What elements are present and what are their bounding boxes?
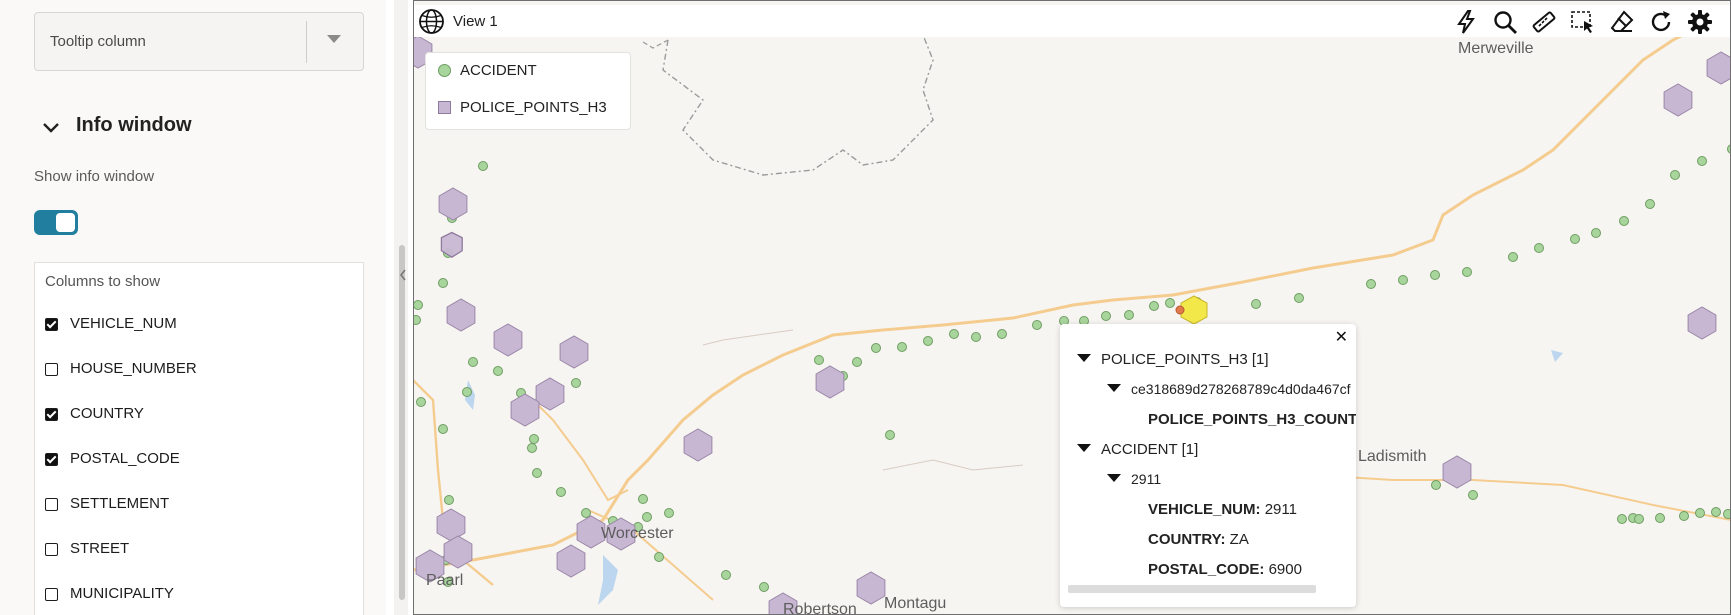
column-option-label: STREET xyxy=(70,540,130,557)
column-option-label: COUNTRY xyxy=(70,405,144,422)
close-icon[interactable]: ✕ xyxy=(1335,327,1348,347)
police-hexagon[interactable] xyxy=(438,187,468,221)
police-hexagon[interactable] xyxy=(1706,51,1731,85)
map-view[interactable]: Merweville Ladismith Worcester Robertson… xyxy=(413,0,1731,615)
gear-icon[interactable] xyxy=(1687,9,1713,35)
field-key: POSTAL_CODE: xyxy=(1148,561,1265,578)
feature-id-text: ce318689d278268789c4d0da467cf xyxy=(1131,381,1351,397)
info-group-police-points[interactable]: POLICE_POINTS_H3 [1] xyxy=(1077,351,1269,368)
column-option-municipality[interactable]: MUNICIPALITY xyxy=(45,583,345,607)
police-hexagon[interactable] xyxy=(856,571,886,605)
field-key: COUNTRY: xyxy=(1148,531,1226,548)
column-option-street[interactable]: STREET xyxy=(45,538,345,562)
field-value: 2911 xyxy=(1264,501,1297,518)
place-label: Montagu xyxy=(884,595,947,612)
info-window-section-title: Info window xyxy=(76,114,192,136)
column-option-country[interactable]: COUNTRY xyxy=(45,403,345,427)
ruler-icon[interactable] xyxy=(1531,9,1557,35)
layer-settings-panel: Tooltip column Info window Show info win… xyxy=(0,0,386,615)
magnifier-icon[interactable] xyxy=(1492,9,1518,35)
info-feature-id[interactable]: 2911 xyxy=(1107,471,1161,487)
tooltip-column-label: Tooltip column xyxy=(50,33,146,50)
column-option-postal-code[interactable]: POSTAL_CODE xyxy=(45,448,345,472)
place-label: Paarl xyxy=(426,572,464,589)
police-hexagon[interactable] xyxy=(1663,83,1693,117)
columns-to-show-list: Columns to show VEHICLE_NUM HOUSE_NUMBER… xyxy=(34,262,364,615)
column-option-label: SETTLEMENT xyxy=(70,495,170,512)
column-option-house-number[interactable]: HOUSE_NUMBER xyxy=(45,358,345,382)
panel-scrollbar-thumb[interactable] xyxy=(399,245,405,600)
toggle-knob xyxy=(56,213,75,232)
checkbox[interactable] xyxy=(45,318,58,331)
globe-icon xyxy=(418,8,445,35)
info-field-row: COUNTRY: ZA xyxy=(1148,531,1249,548)
police-hexagon[interactable] xyxy=(446,298,476,332)
field-value: ZA xyxy=(1229,531,1249,548)
police-hexagon[interactable] xyxy=(535,377,565,411)
police-hexagon[interactable] xyxy=(559,335,589,369)
police-hexagon[interactable] xyxy=(510,393,540,427)
box-select-icon[interactable] xyxy=(1570,9,1596,35)
column-option-label: HOUSE_NUMBER xyxy=(70,360,197,377)
police-hexagon[interactable] xyxy=(683,428,713,462)
info-feature-id[interactable]: ce318689d278268789c4d0da467cf xyxy=(1107,381,1351,397)
map-toolbar: View 1 xyxy=(413,5,1731,37)
column-option-label: VEHICLE_NUM xyxy=(70,315,177,332)
info-group-title: POLICE_POINTS_H3 [1] xyxy=(1101,351,1269,368)
expand-triangle-icon[interactable] xyxy=(1077,444,1091,453)
expand-triangle-icon[interactable] xyxy=(1107,384,1121,393)
info-window-scrollbar[interactable] xyxy=(1068,585,1316,593)
info-group-title: ACCIDENT [1] xyxy=(1101,441,1199,458)
checkbox[interactable] xyxy=(45,543,58,556)
column-option-vehicle-num[interactable]: VEHICLE_NUM xyxy=(45,313,345,337)
column-option-settlement[interactable]: SETTLEMENT xyxy=(45,493,345,517)
police-hexagon[interactable] xyxy=(1442,455,1472,489)
column-option-label: POSTAL_CODE xyxy=(70,450,180,467)
info-field-name: POLICE_POINTS_H3_COUNT xyxy=(1148,411,1356,428)
expand-triangle-icon[interactable] xyxy=(1107,474,1121,483)
place-label: Worcester xyxy=(601,525,674,542)
checkbox[interactable] xyxy=(45,363,58,376)
info-window-popup: ✕ POLICE_POINTS_H3 [1] ce318689d27826878… xyxy=(1060,324,1356,607)
settings-content: Tooltip column Info window Show info win… xyxy=(0,0,386,615)
info-field-row: POSTAL_CODE: 6900 xyxy=(1148,561,1302,578)
eraser-icon[interactable] xyxy=(1609,9,1635,35)
field-key: VEHICLE_NUM: xyxy=(1148,501,1261,518)
checkbox[interactable] xyxy=(45,453,58,466)
info-window-section-header[interactable]: Info window xyxy=(36,112,366,142)
column-option-label: MUNICIPALITY xyxy=(70,585,174,602)
field-value: 6900 xyxy=(1268,561,1302,578)
chevron-down-icon[interactable] xyxy=(327,35,341,43)
place-label: Ladismith xyxy=(1358,448,1427,465)
legend-label: POLICE_POINTS_H3 xyxy=(460,99,607,116)
show-info-window-label: Show info window xyxy=(34,168,155,185)
circle-marker-icon xyxy=(438,64,451,77)
checkbox[interactable] xyxy=(45,408,58,421)
expand-triangle-icon[interactable] xyxy=(1077,354,1091,363)
collapse-panel-icon[interactable] xyxy=(399,268,407,296)
place-label: Robertson xyxy=(783,601,857,615)
police-hexagon[interactable] xyxy=(556,544,586,578)
columns-to-show-title: Columns to show xyxy=(45,273,161,290)
chevron-down-icon[interactable] xyxy=(42,118,60,139)
checkbox[interactable] xyxy=(45,588,58,601)
police-hexagon[interactable] xyxy=(1687,306,1717,340)
view-title: View 1 xyxy=(453,13,498,30)
police-hexagon[interactable] xyxy=(493,323,523,357)
legend-label: ACCIDENT xyxy=(460,62,537,79)
place-label: Merweville xyxy=(1458,40,1534,57)
police-hexagon[interactable] xyxy=(815,365,845,399)
info-field-row: VEHICLE_NUM: 2911 xyxy=(1148,501,1297,518)
info-group-accident[interactable]: ACCIDENT [1] xyxy=(1077,441,1198,458)
feature-id-text: 2911 xyxy=(1131,471,1162,487)
select-divider xyxy=(306,21,307,63)
map-legend: ACCIDENT POLICE_POINTS_H3 xyxy=(425,52,631,130)
checkbox[interactable] xyxy=(45,498,58,511)
tooltip-column-select[interactable]: Tooltip column xyxy=(34,12,364,71)
refresh-icon[interactable] xyxy=(1648,9,1674,35)
lightning-icon[interactable] xyxy=(1453,9,1479,35)
square-marker-icon xyxy=(438,101,451,114)
show-info-window-toggle[interactable] xyxy=(34,210,78,235)
